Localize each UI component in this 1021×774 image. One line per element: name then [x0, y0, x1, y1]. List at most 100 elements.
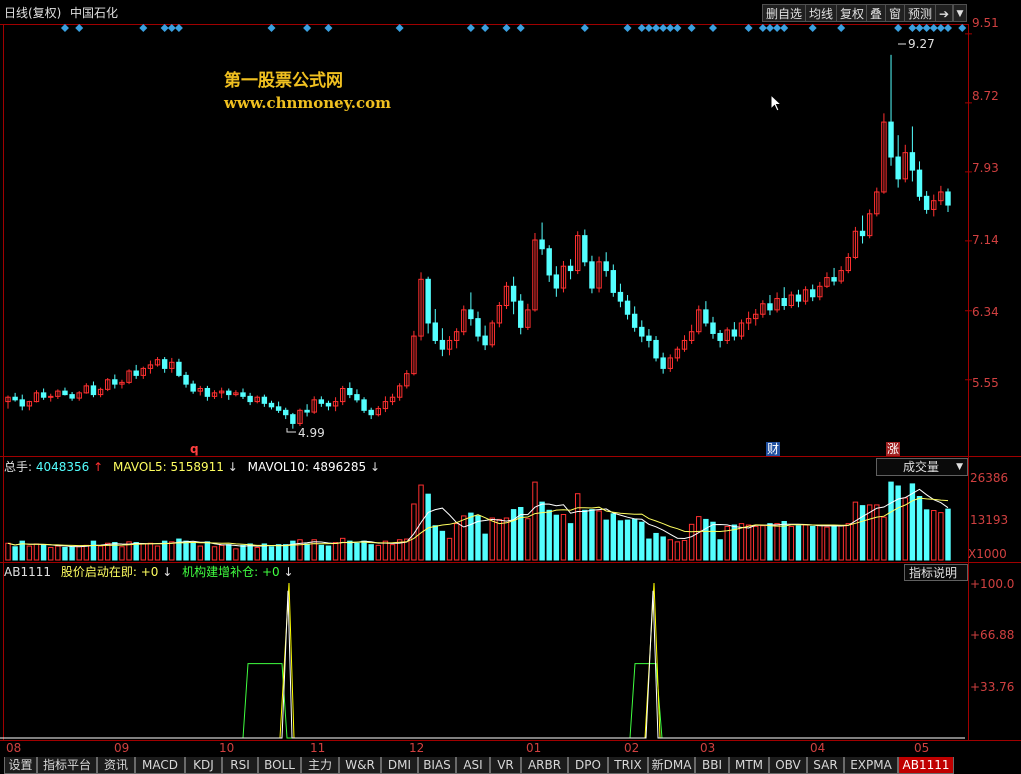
tab-ab1111[interactable]: AB1111 — [898, 757, 954, 774]
price-chart[interactable] — [0, 0, 1021, 774]
volume-bar — [311, 539, 317, 561]
tab-new-dma[interactable]: 新DMA — [648, 757, 695, 774]
volume-axis-label: 13193 — [970, 513, 1009, 527]
volume-bar — [660, 536, 666, 561]
candle-body — [781, 298, 787, 307]
candle-body — [347, 387, 353, 396]
candle-body — [610, 270, 617, 293]
indicator-axis-label: +66.88 — [970, 628, 1015, 642]
volume-label: 总手: — [4, 460, 33, 474]
tab-vr[interactable]: VR — [490, 757, 521, 774]
volume-bar — [567, 523, 574, 561]
volume-selector[interactable]: 成交量 ▼ — [876, 458, 968, 476]
volume-bar — [268, 546, 275, 561]
price-axis-label: 9.51 — [972, 16, 999, 30]
volume-bar — [553, 514, 560, 561]
chevron-down-icon[interactable]: ▼ — [956, 459, 963, 475]
volume-bar — [582, 509, 588, 561]
volume-bar — [916, 496, 923, 561]
candle-body — [767, 303, 773, 311]
candle-body — [567, 265, 574, 272]
volume-bar — [724, 525, 730, 561]
tab-dpo[interactable]: DPO — [568, 757, 608, 774]
candle-body — [304, 409, 310, 413]
candle-body — [945, 191, 951, 206]
tab-wr[interactable]: W&R — [339, 757, 381, 774]
tab-kdj[interactable]: KDJ — [185, 757, 222, 774]
signal-diamond-icon — [687, 24, 696, 32]
signal-diamond-icon — [395, 24, 404, 32]
volume-bar — [76, 545, 82, 561]
tab-bbi[interactable]: BBI — [695, 757, 729, 774]
candle-body — [368, 409, 374, 416]
tab-settings[interactable]: 设置 — [4, 757, 37, 774]
tab-indicator-platform[interactable]: 指标平台 — [37, 757, 97, 774]
tab-asi[interactable]: ASI — [456, 757, 490, 774]
time-axis-label: 02 — [624, 741, 640, 755]
volume-bar — [681, 539, 688, 561]
indicator-help-button[interactable]: 指标说明 — [904, 564, 968, 581]
volume-bar — [90, 540, 97, 561]
volume-bar — [97, 545, 104, 561]
time-axis-label: 01 — [526, 741, 542, 755]
volume-bar — [888, 481, 894, 561]
signal-diamond-icon — [936, 24, 945, 32]
signal-diamond-icon — [808, 24, 817, 32]
candle-body — [183, 374, 189, 385]
volume-bar — [254, 546, 260, 561]
event-marker-finance[interactable]: 财 — [766, 442, 781, 456]
signal-diamond-icon — [908, 24, 917, 32]
volume-bar — [119, 546, 125, 561]
volume-bar — [895, 485, 901, 561]
time-axis-label: 08 — [6, 741, 22, 755]
candle-body — [617, 291, 624, 302]
event-marker-q[interactable]: q — [190, 442, 199, 456]
price-axis-label: 7.14 — [972, 233, 999, 247]
tab-dmi[interactable]: DMI — [381, 757, 418, 774]
candle-body — [48, 395, 54, 398]
volume-bar — [717, 539, 723, 561]
tab-boll[interactable]: BOLL — [258, 757, 301, 774]
candle-body — [888, 121, 894, 158]
price-axis-label: 5.55 — [972, 376, 999, 390]
candle-body — [468, 309, 474, 320]
tab-mtm[interactable]: MTM — [729, 757, 769, 774]
volume-bar — [852, 501, 859, 561]
tab-main-force[interactable]: 主力 — [301, 757, 339, 774]
mavol10-label: MAVOL10: — [247, 460, 309, 474]
event-marker-rise[interactable]: 涨 — [886, 442, 901, 456]
signal-diamond-icon — [644, 24, 653, 32]
down-arrow-icon: ↓ — [162, 565, 173, 579]
candle-body — [247, 395, 253, 403]
signal-diamond-icon — [915, 24, 924, 32]
signal-diamond-icon — [324, 24, 333, 32]
tab-bias[interactable]: BIAS — [418, 757, 456, 774]
tab-rsi[interactable]: RSI — [222, 757, 258, 774]
volume-bar — [603, 519, 609, 561]
tab-news[interactable]: 资讯 — [97, 757, 135, 774]
candle-body — [809, 289, 816, 298]
candle-body — [190, 383, 196, 392]
signal-diamond-icon — [744, 24, 753, 32]
signal-diamond-icon — [481, 24, 490, 32]
tab-sar[interactable]: SAR — [807, 757, 844, 774]
volume-bar — [361, 540, 367, 561]
volume-bar — [503, 517, 510, 561]
tab-trix[interactable]: TRIX — [608, 757, 648, 774]
tab-obv[interactable]: OBV — [769, 757, 807, 774]
volume-bar — [283, 544, 289, 561]
volume-bar — [923, 509, 930, 561]
volume-bar — [738, 523, 745, 561]
volume-bar — [881, 516, 887, 561]
tab-arbr[interactable]: ARBR — [521, 757, 568, 774]
volume-bar — [938, 512, 944, 561]
volume-bar — [211, 546, 218, 561]
indicator-name[interactable]: AB1111 — [4, 565, 51, 579]
volume-bar — [275, 544, 282, 561]
signal-diamond-icon — [929, 24, 938, 32]
volume-bar — [589, 509, 595, 561]
tab-macd[interactable]: MACD — [135, 757, 185, 774]
volume-bar — [510, 509, 517, 561]
tab-expma[interactable]: EXPMA — [844, 757, 898, 774]
candle-body — [275, 406, 282, 411]
